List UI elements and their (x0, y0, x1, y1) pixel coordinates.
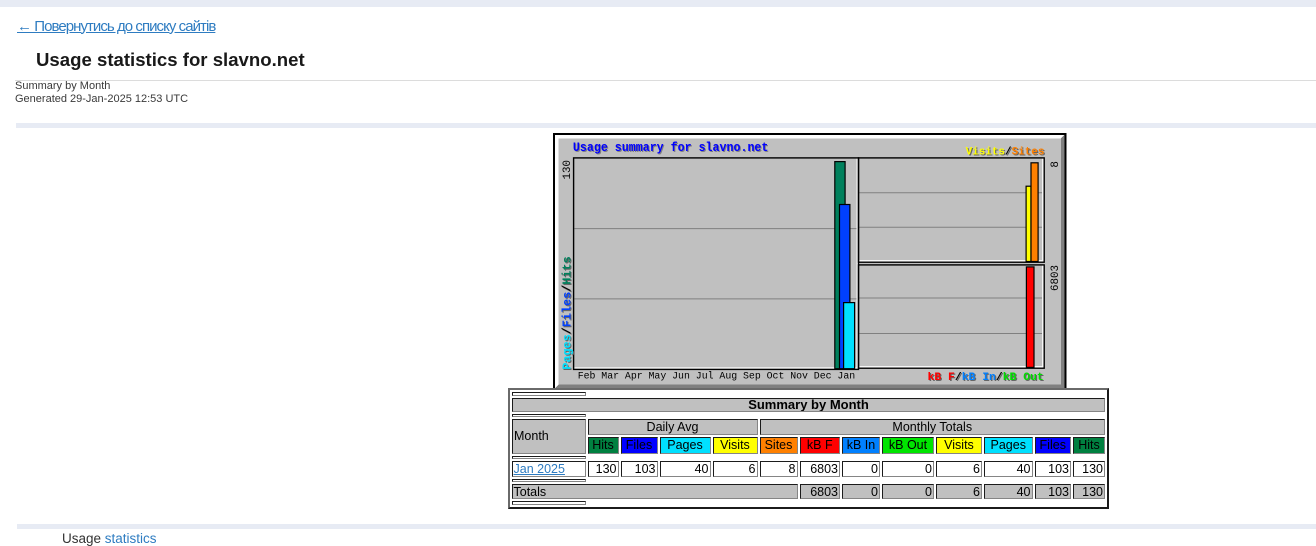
svg-text:Feb: Feb (578, 370, 596, 381)
svg-text:Aug: Aug (719, 370, 737, 381)
svg-text:Dec: Dec (814, 370, 832, 381)
svg-text:8: 8 (1050, 161, 1062, 167)
svg-text:130: 130 (562, 160, 574, 179)
svg-text:May: May (649, 370, 667, 381)
svg-text:Jul: Jul (696, 370, 714, 381)
svg-text:Pages/Files/Hits: Pages/Files/Hits (561, 256, 575, 369)
svg-text:Sites: Sites (1012, 146, 1045, 158)
svg-text:Usage summary for slavno.net: Usage summary for slavno.net (573, 140, 769, 155)
svg-text:kB F: kB F (928, 372, 956, 384)
svg-text:6803: 6803 (1050, 265, 1062, 291)
svg-text:kB In: kB In (962, 372, 996, 384)
svg-text:Mar: Mar (601, 370, 619, 381)
svg-text:Visits: Visits (966, 146, 1005, 158)
svg-text:Nov: Nov (790, 370, 808, 381)
svg-text:Oct: Oct (767, 370, 785, 381)
svg-text:Jun: Jun (672, 370, 690, 381)
svg-text:Apr: Apr (625, 370, 643, 381)
svg-text:Sep: Sep (743, 370, 761, 381)
svg-text:Jan: Jan (837, 370, 855, 381)
svg-text:kB Out: kB Out (1003, 372, 1044, 384)
